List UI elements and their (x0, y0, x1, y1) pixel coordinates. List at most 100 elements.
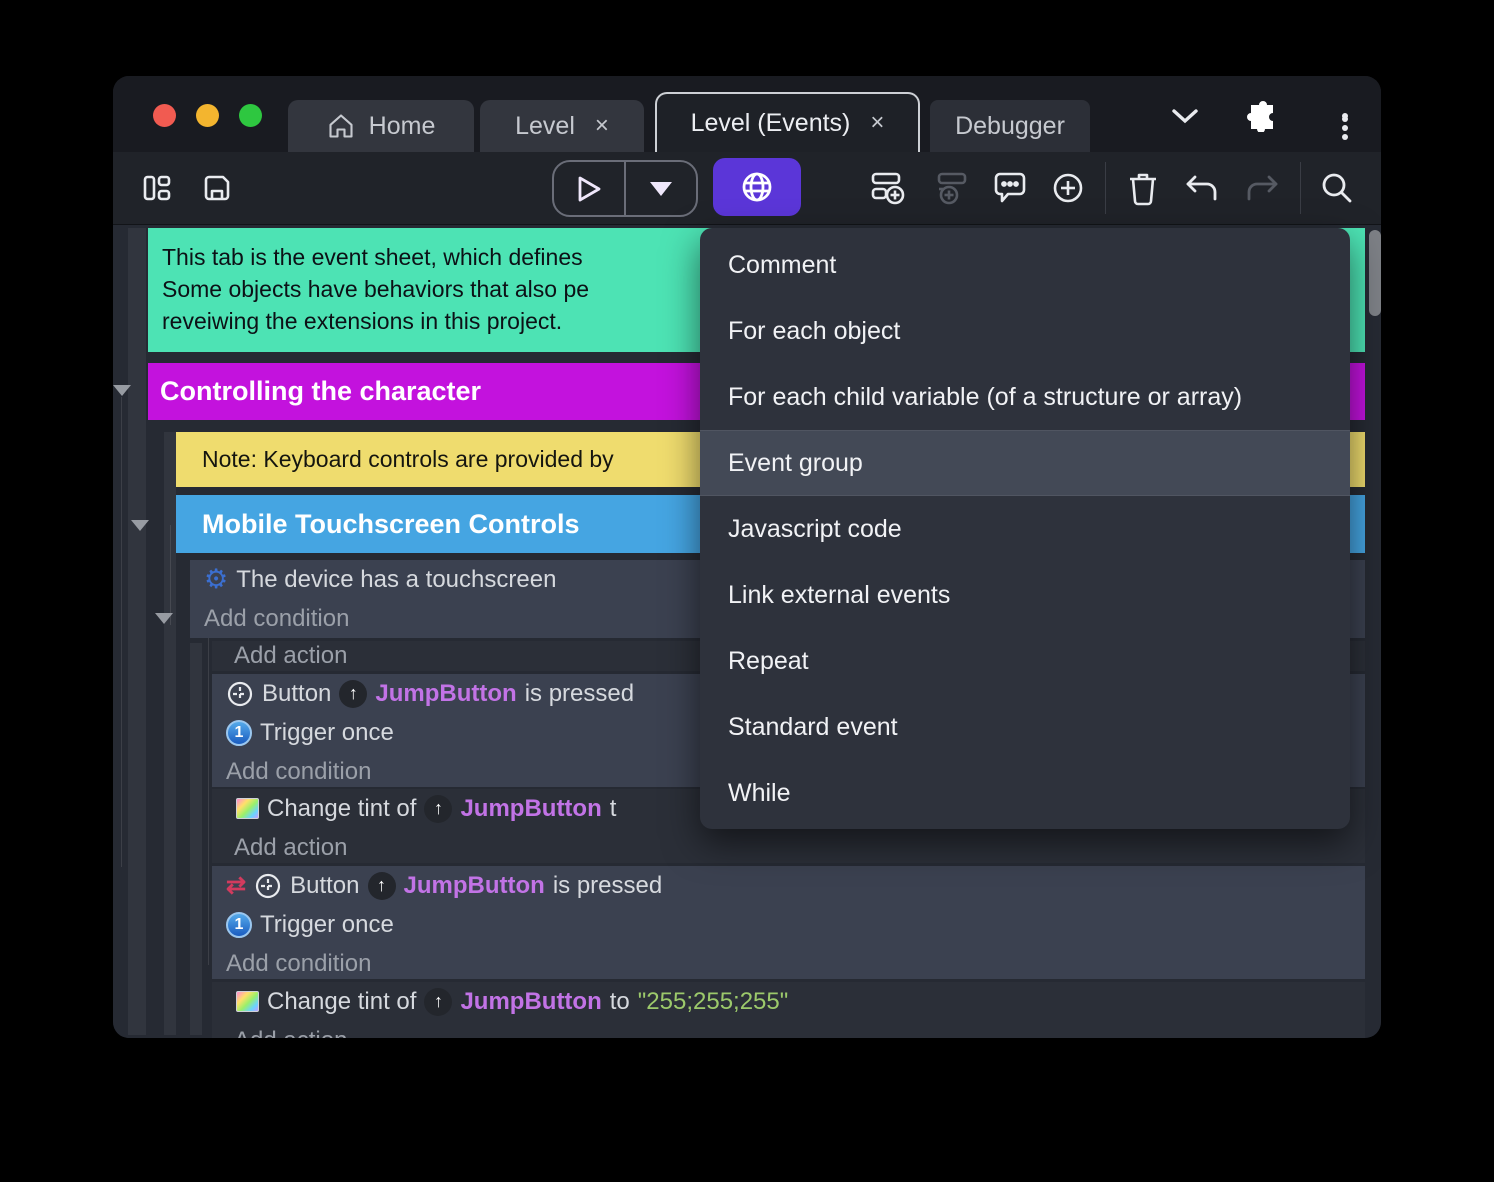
tab-level[interactable]: Level × (480, 100, 644, 152)
delete-button[interactable] (1119, 160, 1167, 216)
layout-panels-button[interactable] (135, 160, 179, 216)
action-suffix[interactable]: t (610, 795, 617, 823)
kebab-menu-icon (1342, 113, 1348, 140)
trigger-once-icon: 1 (226, 911, 252, 938)
close-tab-icon[interactable]: × (870, 109, 884, 137)
search-button[interactable] (1311, 160, 1363, 216)
preview-split-button (552, 160, 698, 217)
touch-plugin-gear-icon: ⚙ (204, 564, 229, 594)
tab-label: Level (515, 111, 575, 140)
collapse-arrow-icon[interactable] (155, 613, 173, 624)
action-change-tint-2[interactable]: Change tint of ↑ JumpButton to "255;255;… (212, 982, 1365, 1038)
tree-line (208, 625, 209, 965)
tree-line (121, 397, 122, 867)
menu-item-standard-event[interactable]: Standard event (700, 694, 1350, 760)
group-title: Controlling the character (160, 376, 482, 406)
condition-prefix[interactable]: Button (262, 680, 331, 708)
add-button[interactable] (1043, 160, 1093, 216)
traffic-lights (153, 104, 262, 127)
condition-text[interactable]: Trigger once (260, 719, 394, 747)
tab-list-dropdown-button[interactable] (1163, 98, 1207, 134)
main-menu-button[interactable] (1323, 98, 1367, 140)
action-to[interactable]: to (610, 988, 630, 1016)
collapse-arrow-icon[interactable] (113, 385, 131, 396)
add-condition-link[interactable]: Add condition (212, 944, 1365, 979)
play-icon (576, 175, 602, 203)
object-name[interactable]: JumpButton (460, 988, 601, 1016)
redo-icon (1243, 171, 1281, 205)
trash-icon (1126, 170, 1160, 206)
tab-label: Debugger (955, 111, 1065, 140)
action-prefix[interactable]: Change tint of (267, 988, 416, 1016)
minimize-window-button[interactable] (196, 104, 219, 127)
jumpbutton-object-icon: ↑ (339, 679, 368, 708)
add-event-context-menu: Comment For each object For each child v… (700, 228, 1350, 829)
undo-button[interactable] (1177, 160, 1227, 216)
menu-item-javascript-code[interactable]: Javascript code (700, 496, 1350, 562)
tab-debugger[interactable]: Debugger (930, 100, 1090, 152)
object-name[interactable]: JumpButton (404, 872, 545, 900)
layout-panels-icon (141, 172, 173, 204)
search-icon (1319, 170, 1355, 206)
app-window: Home Level × Level (Events) × Debugger T… (113, 76, 1381, 1038)
toolbar-divider (1300, 162, 1301, 214)
condition-suffix[interactable]: is pressed (525, 680, 634, 708)
jumpbutton-object-icon: ↑ (424, 987, 453, 1016)
chevron-down-icon (1170, 107, 1200, 125)
condition-text[interactable]: The device has a touchscreen (236, 566, 556, 594)
jumpbutton-object-icon: ↑ (424, 794, 453, 823)
tree-line (170, 525, 171, 625)
save-button[interactable] (195, 160, 239, 216)
toolbar (113, 152, 1381, 225)
redo-button[interactable] (1237, 160, 1287, 216)
collapse-arrow-icon[interactable] (131, 520, 149, 531)
close-tab-icon[interactable]: × (595, 112, 609, 140)
tab-level-events[interactable]: Level (Events) × (655, 92, 920, 152)
zoom-window-button[interactable] (239, 104, 262, 127)
menu-item-link-external-events[interactable]: Link external events (700, 562, 1350, 628)
plus-circle-icon (1049, 169, 1087, 207)
object-name[interactable]: JumpButton (375, 680, 516, 708)
menu-item-for-each-object[interactable]: For each object (700, 298, 1350, 364)
vertical-scrollbar-thumb[interactable] (1369, 230, 1381, 316)
gamepad-button-icon (254, 872, 282, 900)
addons-button[interactable] (1241, 98, 1285, 134)
note-text: Note: Keyboard controls are provided by (202, 446, 614, 472)
tab-label: Level (Events) (690, 108, 851, 137)
condition-text[interactable]: Trigger once (260, 911, 394, 939)
puzzle-piece-icon (1247, 100, 1279, 132)
condition-suffix[interactable]: is pressed (553, 872, 662, 900)
globe-icon (736, 166, 778, 208)
event-margin-bar (190, 643, 202, 1035)
preview-options-button[interactable] (626, 162, 696, 215)
menu-item-repeat[interactable]: Repeat (700, 628, 1350, 694)
add-event-icon (868, 168, 908, 208)
action-prefix[interactable]: Change tint of (267, 795, 416, 823)
invert-condition-icon: ⇄ (226, 872, 247, 899)
group-title: Mobile Touchscreen Controls (202, 508, 580, 539)
event-jumpbutton-pressed-2[interactable]: ⇄ Button ↑ JumpButton is pressed 1 Trigg… (212, 866, 1365, 979)
close-window-button[interactable] (153, 104, 176, 127)
trigger-once-icon: 1 (226, 719, 252, 746)
add-action-link[interactable]: Add action (212, 1021, 1365, 1039)
add-comment-button[interactable] (985, 160, 1035, 216)
tab-label: Home (368, 111, 436, 140)
jumpbutton-object-icon: ↑ (367, 871, 396, 900)
menu-item-for-each-child-variable[interactable]: For each child variable (of a structure … (700, 364, 1350, 430)
preview-button[interactable] (554, 162, 626, 215)
object-name[interactable]: JumpButton (460, 795, 601, 823)
condition-prefix[interactable]: Button (290, 872, 359, 900)
menu-item-event-group[interactable]: Event group (700, 430, 1350, 496)
action-value[interactable]: "255;255;255" (638, 988, 789, 1016)
tint-icon (236, 991, 259, 1012)
menu-item-comment[interactable]: Comment (700, 232, 1350, 298)
comment-bubble-icon (991, 169, 1029, 207)
add-event-button[interactable] (861, 160, 915, 216)
titlebar: Home Level × Level (Events) × Debugger (113, 76, 1381, 152)
undo-icon (1183, 171, 1221, 205)
tab-home[interactable]: Home (288, 100, 474, 152)
browse-mode-button[interactable] (713, 158, 801, 216)
menu-item-while[interactable]: While (700, 760, 1350, 826)
add-action-link[interactable]: Add action (212, 828, 1365, 863)
add-action-button[interactable] (923, 160, 977, 216)
